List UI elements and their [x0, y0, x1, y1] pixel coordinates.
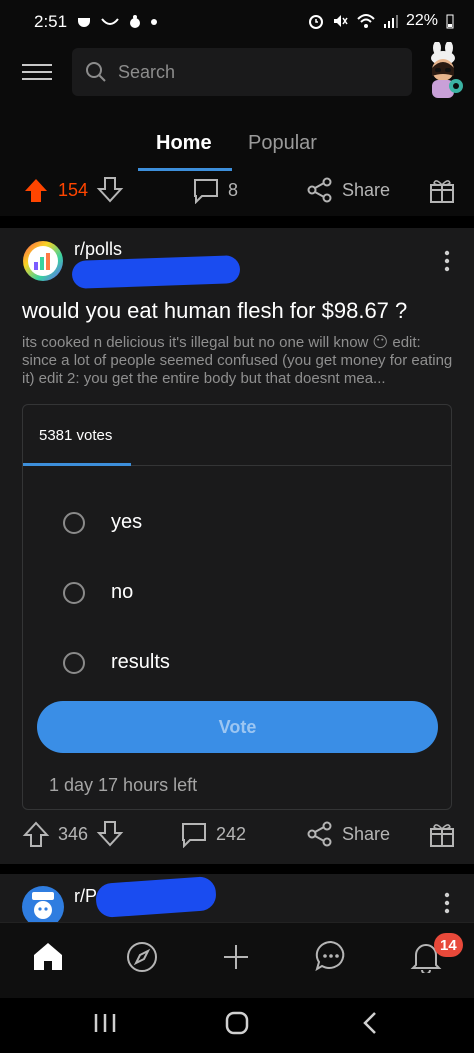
gift-icon	[430, 824, 454, 847]
wifi-icon	[357, 14, 375, 28]
prev-comment-count: 8	[228, 179, 239, 200]
tab-popular[interactable]: Popular	[248, 132, 317, 155]
dot-icon	[151, 19, 157, 25]
poll-option-label: results	[111, 651, 170, 673]
prev-share-button[interactable]: Share	[306, 176, 390, 204]
post-title[interactable]: would you eat human flesh for $98.67 ?	[22, 298, 462, 324]
post-card[interactable]: r/polls u would you eat human flesh for …	[0, 228, 474, 864]
share-icon	[307, 177, 332, 203]
status-bar: 2:51 22%	[0, 0, 474, 42]
next-post-card[interactable]: r/Pou	[0, 874, 474, 922]
post-body[interactable]: its cooked n delicious it's illegal but …	[22, 334, 458, 388]
post-comment-count: 242	[216, 823, 247, 844]
fire-icon	[130, 15, 140, 28]
top-bar: Search	[0, 42, 474, 110]
poll-widget: 5381 votes yes no results Vote 1 day 17 …	[22, 404, 452, 810]
recent-apps-icon[interactable]	[92, 1012, 118, 1034]
downvote-icon[interactable]	[96, 176, 124, 204]
downvote-icon[interactable]	[96, 820, 124, 848]
post-comments-button[interactable]: 242	[180, 820, 246, 848]
poll-option-no[interactable]: no	[63, 581, 133, 604]
radio-button[interactable]	[63, 651, 85, 674]
tab-home[interactable]: Home	[156, 132, 212, 155]
post-award-button[interactable]	[428, 820, 456, 848]
prev-comments-button[interactable]: 8	[192, 176, 238, 204]
feed-tabs: Home Popular	[0, 118, 474, 174]
search-icon	[86, 62, 106, 82]
radio-button[interactable]	[63, 511, 85, 534]
menu-line	[22, 64, 52, 66]
battery-icon	[446, 14, 454, 29]
polls-icon	[23, 241, 63, 281]
discover-icon[interactable]	[126, 941, 158, 973]
poll-tab-indicator	[23, 463, 131, 466]
upvote-icon[interactable]	[22, 820, 50, 848]
smile-icon	[101, 18, 119, 25]
battery-percent: 22%	[405, 12, 438, 29]
status-right-icons: 22%	[308, 12, 454, 30]
menu-line	[22, 78, 52, 80]
prev-vote-group: 154	[22, 176, 124, 204]
comment-icon	[194, 179, 218, 204]
gift-icon	[430, 180, 454, 203]
snoo-icon	[32, 892, 54, 919]
poll-option-yes[interactable]: yes	[63, 511, 142, 534]
radio-button[interactable]	[63, 581, 85, 604]
redaction-scribble	[71, 255, 241, 289]
alarm-icon	[308, 15, 323, 29]
home-icon[interactable]	[32, 941, 64, 971]
poll-option-label: yes	[111, 511, 143, 533]
subreddit-name[interactable]: r/polls	[74, 239, 122, 260]
menu-line	[22, 71, 52, 73]
prev-share-label: Share	[342, 179, 391, 200]
back-icon[interactable]	[360, 1010, 380, 1036]
system-home-icon[interactable]	[224, 1010, 250, 1036]
redaction-scribble	[94, 875, 218, 919]
more-options-icon[interactable]	[444, 250, 450, 272]
post-share-label: Share	[342, 823, 391, 844]
prev-upvote-count: 154	[58, 179, 89, 200]
poll-vote-count: 5381 votes	[39, 427, 113, 444]
poll-time-left: 1 day 17 hours left	[49, 775, 198, 795]
bottom-navigation: 14	[0, 922, 474, 998]
prev-post-actions: 154 8 Share	[0, 168, 474, 214]
status-time: 2:51	[34, 12, 68, 31]
chat-icon[interactable]	[314, 939, 348, 973]
search-bar[interactable]: Search	[72, 48, 412, 96]
status-left-icons	[76, 14, 158, 30]
poll-option-results[interactable]: results	[63, 651, 170, 674]
post-upvote-count: 346	[58, 823, 89, 844]
share-icon	[307, 821, 332, 847]
cup-icon	[78, 18, 90, 27]
menu-button[interactable]	[22, 59, 52, 89]
post-share-button[interactable]: Share	[306, 820, 390, 848]
upvote-icon[interactable]	[22, 176, 50, 204]
user-avatar[interactable]	[420, 42, 466, 100]
mute-icon	[333, 15, 348, 27]
signal-icon	[383, 15, 398, 28]
avatar-icon	[431, 42, 463, 98]
poll-option-label: no	[111, 581, 134, 603]
prev-award-button[interactable]	[428, 176, 456, 204]
feed-divider	[0, 216, 474, 228]
search-placeholder: Search	[118, 61, 176, 82]
system-navigation-bar	[0, 998, 474, 1053]
notification-badge: 14	[434, 933, 463, 957]
post-vote-group: 346	[22, 820, 124, 848]
comment-icon	[182, 823, 206, 848]
subreddit-icon[interactable]	[22, 240, 64, 282]
more-options-icon[interactable]	[444, 892, 450, 914]
next-subreddit-icon[interactable]	[22, 886, 64, 922]
post-actions: 346 242 Share	[0, 814, 474, 860]
feed-divider	[0, 864, 474, 874]
vote-button[interactable]: Vote	[37, 701, 438, 753]
create-post-icon[interactable]	[222, 943, 250, 971]
